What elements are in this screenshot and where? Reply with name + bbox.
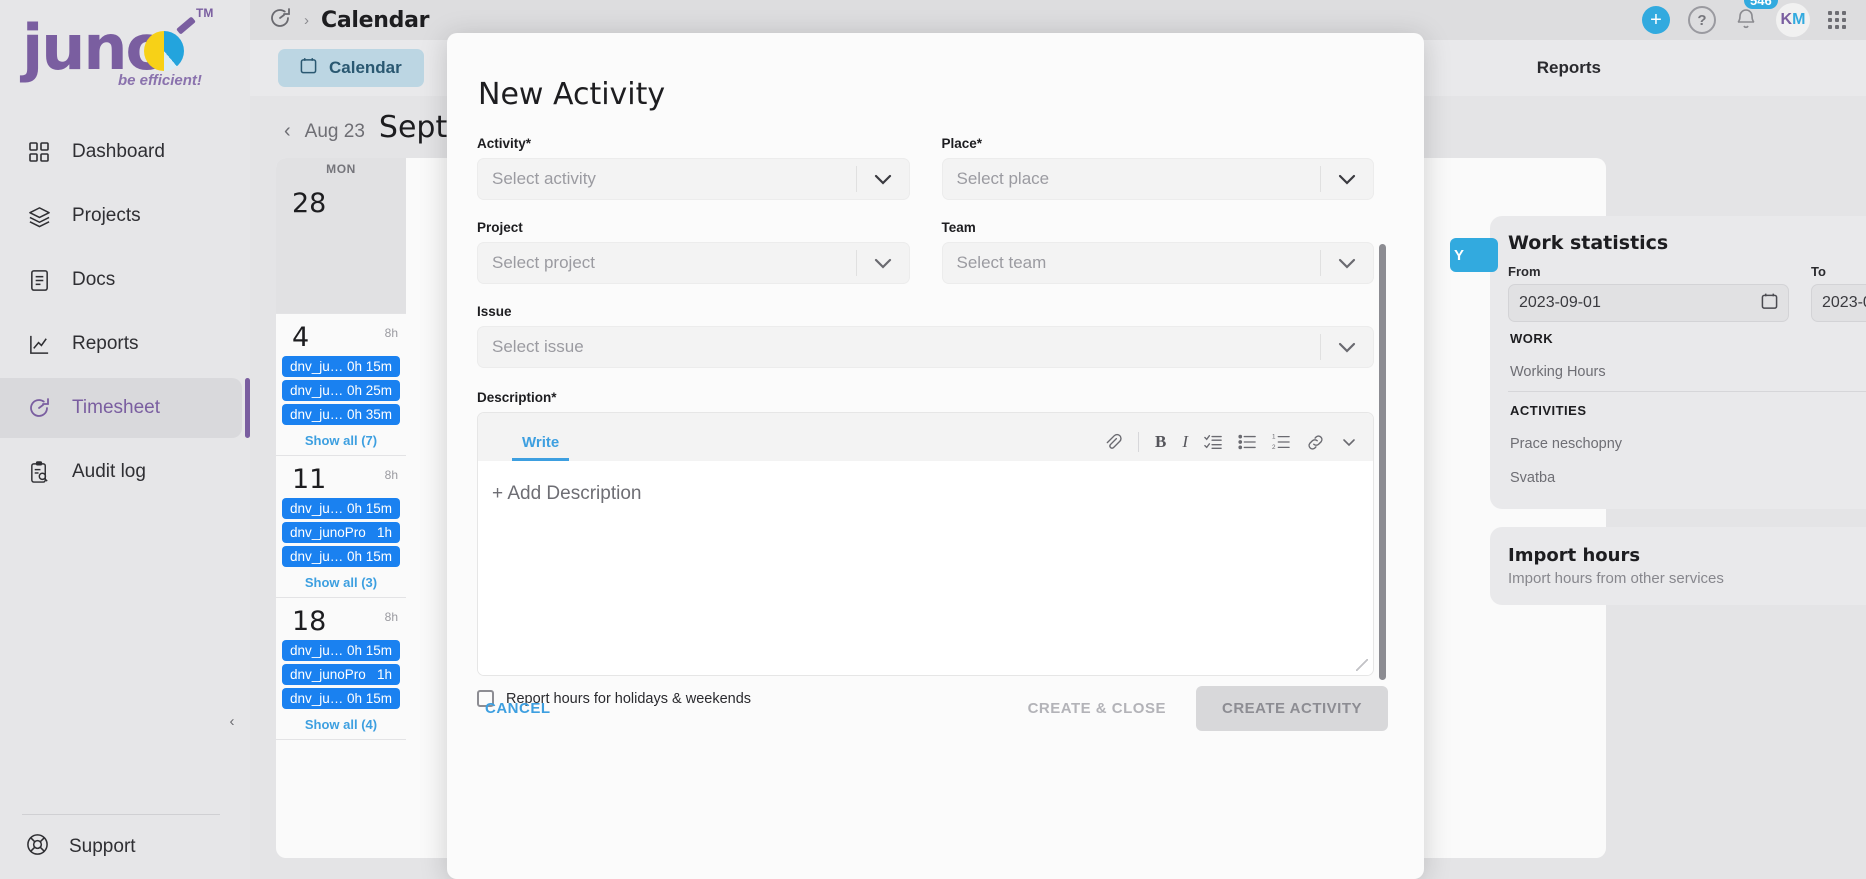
label-project: Project (477, 220, 523, 235)
svg-text:1: 1 (1272, 433, 1276, 440)
editor-tools: B I 1 2 (1103, 432, 1357, 461)
editor-toolbar: Write B I 1 2 (478, 413, 1373, 461)
modal-title: New Activity (478, 77, 666, 112)
label-activity: Activity* (477, 136, 532, 151)
numbered-list-icon[interactable]: 1 2 (1272, 433, 1290, 451)
chevron-down-icon[interactable] (857, 172, 909, 186)
description-editor: Write B I 1 2 + Add Description (477, 412, 1374, 676)
toolbar-divider (1137, 432, 1139, 452)
issue-select[interactable]: Select issue (477, 326, 1374, 368)
resize-handle[interactable] (1356, 659, 1368, 671)
field-place: Place* Select place (941, 136, 1374, 200)
project-select[interactable]: Select project (477, 242, 910, 284)
activity-select[interactable]: Select activity (477, 158, 910, 200)
link-icon[interactable] (1306, 433, 1325, 452)
row-project-team: Project Select project Team Select team (477, 220, 1374, 284)
cancel-button[interactable]: CANCEL (477, 690, 559, 727)
label-place: Place* (941, 136, 983, 151)
field-team: Team Select team (941, 220, 1374, 284)
team-select[interactable]: Select team (941, 242, 1374, 284)
label-description: Description* (477, 390, 557, 405)
activity-placeholder: Select activity (492, 169, 596, 188)
field-issue: Issue Select issue (477, 304, 1374, 368)
chevron-down-icon[interactable] (1321, 340, 1373, 354)
chevron-down-icon[interactable] (857, 256, 909, 270)
modal-overlay: New Activity Activity* Select activity P… (0, 0, 1866, 879)
project-placeholder: Select project (492, 253, 595, 272)
modal-scrollbar-thumb[interactable] (1379, 244, 1386, 680)
field-activity: Activity* Select activity (477, 136, 910, 200)
svg-text:2: 2 (1272, 444, 1276, 451)
attachment-icon[interactable] (1103, 433, 1122, 452)
create-and-close-button[interactable]: CREATE & CLOSE (1014, 690, 1180, 727)
description-textarea[interactable]: + Add Description (478, 461, 1373, 675)
modal-scrollbar[interactable] (1379, 220, 1386, 690)
place-select[interactable]: Select place (941, 158, 1374, 200)
description-placeholder: + Add Description (492, 483, 642, 504)
bullet-list-icon[interactable] (1238, 433, 1256, 451)
place-placeholder: Select place (956, 169, 1050, 188)
create-activity-button[interactable]: CREATE ACTIVITY (1195, 686, 1388, 731)
chevron-down-icon[interactable] (1321, 172, 1373, 186)
italic-icon[interactable]: I (1182, 432, 1188, 452)
chevron-down-icon[interactable] (1321, 256, 1373, 270)
new-activity-modal: New Activity Activity* Select activity P… (447, 33, 1424, 879)
chevron-down-icon[interactable] (1341, 437, 1357, 448)
modal-footer: CANCEL CREATE & CLOSE CREATE ACTIVITY (477, 686, 1388, 731)
label-team: Team (941, 220, 976, 235)
team-placeholder: Select team (956, 253, 1047, 272)
row-activity-place: Activity* Select activity Place* Select … (477, 136, 1374, 200)
label-issue: Issue (477, 304, 512, 319)
field-project: Project Select project (477, 220, 910, 284)
issue-placeholder: Select issue (492, 337, 584, 356)
editor-tab-write[interactable]: Write (512, 434, 570, 461)
field-description: Description* Write B I 1 2 + Add Descrip… (477, 390, 1374, 676)
bold-icon[interactable]: B (1155, 432, 1166, 452)
checklist-icon[interactable] (1204, 433, 1222, 451)
app-root: juno TM be efficient! Dashboard Projects… (0, 0, 1866, 879)
